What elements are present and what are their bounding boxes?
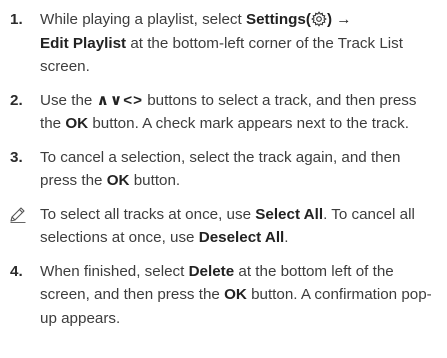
select-all-label: Select All [255, 205, 324, 223]
step-text: While playing a playlist, select [40, 11, 246, 28]
step-4: 4. When finished, select Delete at the b… [6, 260, 439, 331]
instruction-document: 1. While playing a playlist, select Sett… [0, 0, 447, 358]
note-text: To select all tracks at once, use [40, 205, 256, 223]
step-2: 2. Use the ∧∨<> buttons to select a trac… [6, 89, 439, 136]
step-text: When finished, select [40, 262, 189, 280]
step-text: button. [129, 172, 181, 189]
step-number: 1. [10, 11, 23, 28]
step-number: 3. [10, 148, 23, 166]
step-text: To cancel a selection, select the track … [40, 148, 401, 190]
direction-buttons-symbol: ∧∨<> [96, 91, 143, 109]
settings-label: Settings( [245, 11, 311, 28]
step-text: Use the [40, 91, 97, 109]
delete-label: Delete [188, 262, 235, 280]
ok-label: OK [106, 172, 130, 189]
ok-label: OK [224, 286, 247, 303]
gear-icon [311, 11, 327, 27]
step-1: 1. While playing a playlist, select Sett… [6, 8, 439, 79]
pencil-note-icon [10, 206, 26, 223]
step-text: button. A check mark appears next to the… [88, 115, 409, 132]
step-number: 2. [10, 91, 23, 109]
note: To select all tracks at once, use Select… [6, 203, 439, 250]
deselect-all-label: Deselect All [198, 229, 285, 246]
step-number: 4. [10, 262, 23, 280]
edit-playlist-label: Edit Playlist [40, 34, 127, 52]
step-3: 3. To cancel a selection, select the tra… [6, 146, 439, 193]
ok-label: OK [65, 115, 89, 132]
note-text: . [284, 229, 289, 246]
arrow-symbol: → [332, 11, 352, 28]
